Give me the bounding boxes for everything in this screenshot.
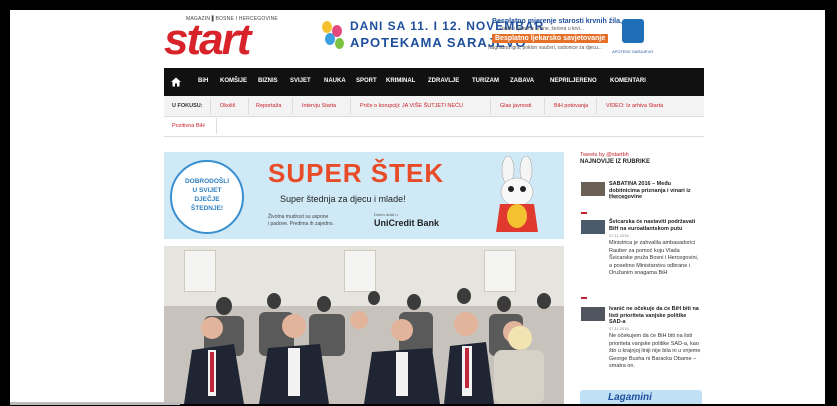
focus-link-reportaza[interactable]: Reportaža xyxy=(256,103,281,109)
nav-item-biznis[interactable]: BIZNIS xyxy=(258,78,278,84)
focus-link-okolis[interactable]: Okoliš xyxy=(220,103,235,109)
focus-link-bih-potovanja[interactable]: BiH potovanja xyxy=(554,103,588,109)
article-thumbnail[interactable] xyxy=(581,220,605,234)
sidebar-heading: NAJNOVIJE IZ RUBRIKE xyxy=(580,159,651,165)
divider xyxy=(581,212,587,214)
banner-fine-1: Životna mudrost su uspone xyxy=(268,214,329,220)
divider xyxy=(490,98,491,114)
article-body-2: Ministrica je zahvalila ambasadorici Rau… xyxy=(609,240,699,276)
divider xyxy=(216,118,217,134)
article-body-3: Ne očekujem da će BiH biti na listi prio… xyxy=(609,333,701,369)
nav-item-zdravlje[interactable]: ZDRAVLJE xyxy=(428,78,459,84)
divider xyxy=(581,297,587,299)
ad-right-3: Besplatno ljekarsko savjetovanje xyxy=(492,34,609,43)
badge-line-3: DJEČJE xyxy=(194,196,220,203)
audience-graphic xyxy=(184,288,551,404)
focus-link-pozitivna-bih[interactable]: Pozitivna BiH xyxy=(172,123,205,129)
badge-line-2: U SVIJET xyxy=(192,187,222,194)
nav-item-nepriljereno[interactable]: NEPRILJERENO xyxy=(550,78,597,84)
divider xyxy=(350,98,351,114)
nav-item-komentari[interactable]: KOMENTARI xyxy=(610,78,646,84)
tweets-link[interactable]: Tweets by @startbh xyxy=(580,152,629,158)
article-title-3[interactable]: Ivanić ne očekuje da će BiH biti na list… xyxy=(609,306,701,326)
banner-title: SUPER ŠTEK xyxy=(268,158,445,188)
nav-item-kriminal[interactable]: KRIMINAL xyxy=(386,78,415,84)
focus-link-intervju[interactable]: Intervju Starta xyxy=(302,103,336,109)
bunny-mascot-icon xyxy=(496,156,538,232)
pharmacy-logo-icon xyxy=(622,19,644,43)
article-date-1: 07.11.2016 xyxy=(609,195,629,200)
bank-name: UniCredit Bank xyxy=(374,218,440,228)
main-nav: BiH KOMŠIJE BIZNIS SVIJET NAUKA SPORT KR… xyxy=(164,68,704,96)
nav-item-svijet[interactable]: SVIJET xyxy=(290,78,311,84)
sidebar-ad-text: Lagamini xyxy=(608,392,652,403)
nav-item-bih[interactable]: BiH xyxy=(198,78,208,84)
divider xyxy=(248,98,249,114)
focus-link-glas-javnosti[interactable]: Glas javnosti xyxy=(500,103,532,109)
logo-wordmark: start xyxy=(164,15,251,64)
nav-item-turizam[interactable]: TURIZAM xyxy=(472,78,499,84)
nav-item-nauka[interactable]: NAUKA xyxy=(324,78,346,84)
home-icon[interactable] xyxy=(170,76,182,88)
article-date-2: 07.11.2016 xyxy=(609,233,629,238)
sidebar: Tweets by @startbh NAJNOVIJE IZ RUBRIKE … xyxy=(578,152,705,404)
divider xyxy=(596,98,597,114)
browser-page: MAGAZIN ▌BOSNE I HERCEGOVINE start DANI … xyxy=(10,10,825,404)
nav-item-sport[interactable]: SPORT xyxy=(356,78,377,84)
article-thumbnail[interactable] xyxy=(581,182,605,196)
site-logo[interactable]: MAGAZIN ▌BOSNE I HERCEGOVINE start xyxy=(164,16,284,66)
ad-right-2: visine i tjelesne težine, šećera u krvi.… xyxy=(500,26,584,32)
unicredit-banner-ad[interactable]: DOBRODOŠLI U SVIJET DJEČJE ŠTEDNJE! SUPE… xyxy=(164,152,564,239)
article-title-2[interactable]: Švicarska će nastaviti podržavati BiH na… xyxy=(609,219,701,232)
top-banner-ad[interactable]: DANI SA 11. I 12. NOVEMBAR APOTEKAMA SAR… xyxy=(320,15,672,59)
welcome-badge: DOBRODOŠLI U SVIJET DJEČJE ŠTEDNJE! xyxy=(170,160,244,234)
nav-item-komsije[interactable]: KOMŠIJE xyxy=(220,78,247,84)
divider xyxy=(292,98,293,114)
ad-right-4: Nagradna igra, poklon vaučeri, radionice… xyxy=(488,45,602,51)
article-photo[interactable] xyxy=(164,246,564,404)
divider xyxy=(544,98,545,114)
badge-line-4: ŠTEDNJE! xyxy=(190,205,224,212)
article-date-3: 07.11.2016 xyxy=(609,326,629,331)
banner-subtitle: Super štednja za djecu i mlade! xyxy=(280,194,406,204)
focus-label: U FOKUSU: xyxy=(172,103,203,109)
article-thumbnail[interactable] xyxy=(581,307,605,321)
nav-item-zabava[interactable]: ZABAVA xyxy=(510,78,534,84)
horizontal-scrollbar[interactable] xyxy=(10,402,180,405)
pharmacy-name: APOTEKE SARAJEVO xyxy=(612,49,654,54)
divider xyxy=(210,98,211,114)
focus-link-video[interactable]: VIDEO: Iz arhiva Starta xyxy=(606,103,663,109)
balloons-graphic xyxy=(320,21,346,53)
focus-bar: U FOKUSU: Okoliš Reportaža Intervju Star… xyxy=(164,96,704,137)
badge-line-1: DOBRODOŠLI xyxy=(184,178,230,185)
banner-fine-2: i padove. Predima ih zajedno. xyxy=(268,221,334,227)
bank-small-text: Dobro došli u xyxy=(374,212,398,217)
focus-link-korupcija[interactable]: Priče o korupciji: JA VIŠE ŠUTJETI NEĆU xyxy=(360,103,463,109)
ad-right-1: Besplatno mjerenje starosti krvnih žila, xyxy=(492,18,622,25)
sidebar-ad[interactable]: Lagamini xyxy=(580,390,702,404)
